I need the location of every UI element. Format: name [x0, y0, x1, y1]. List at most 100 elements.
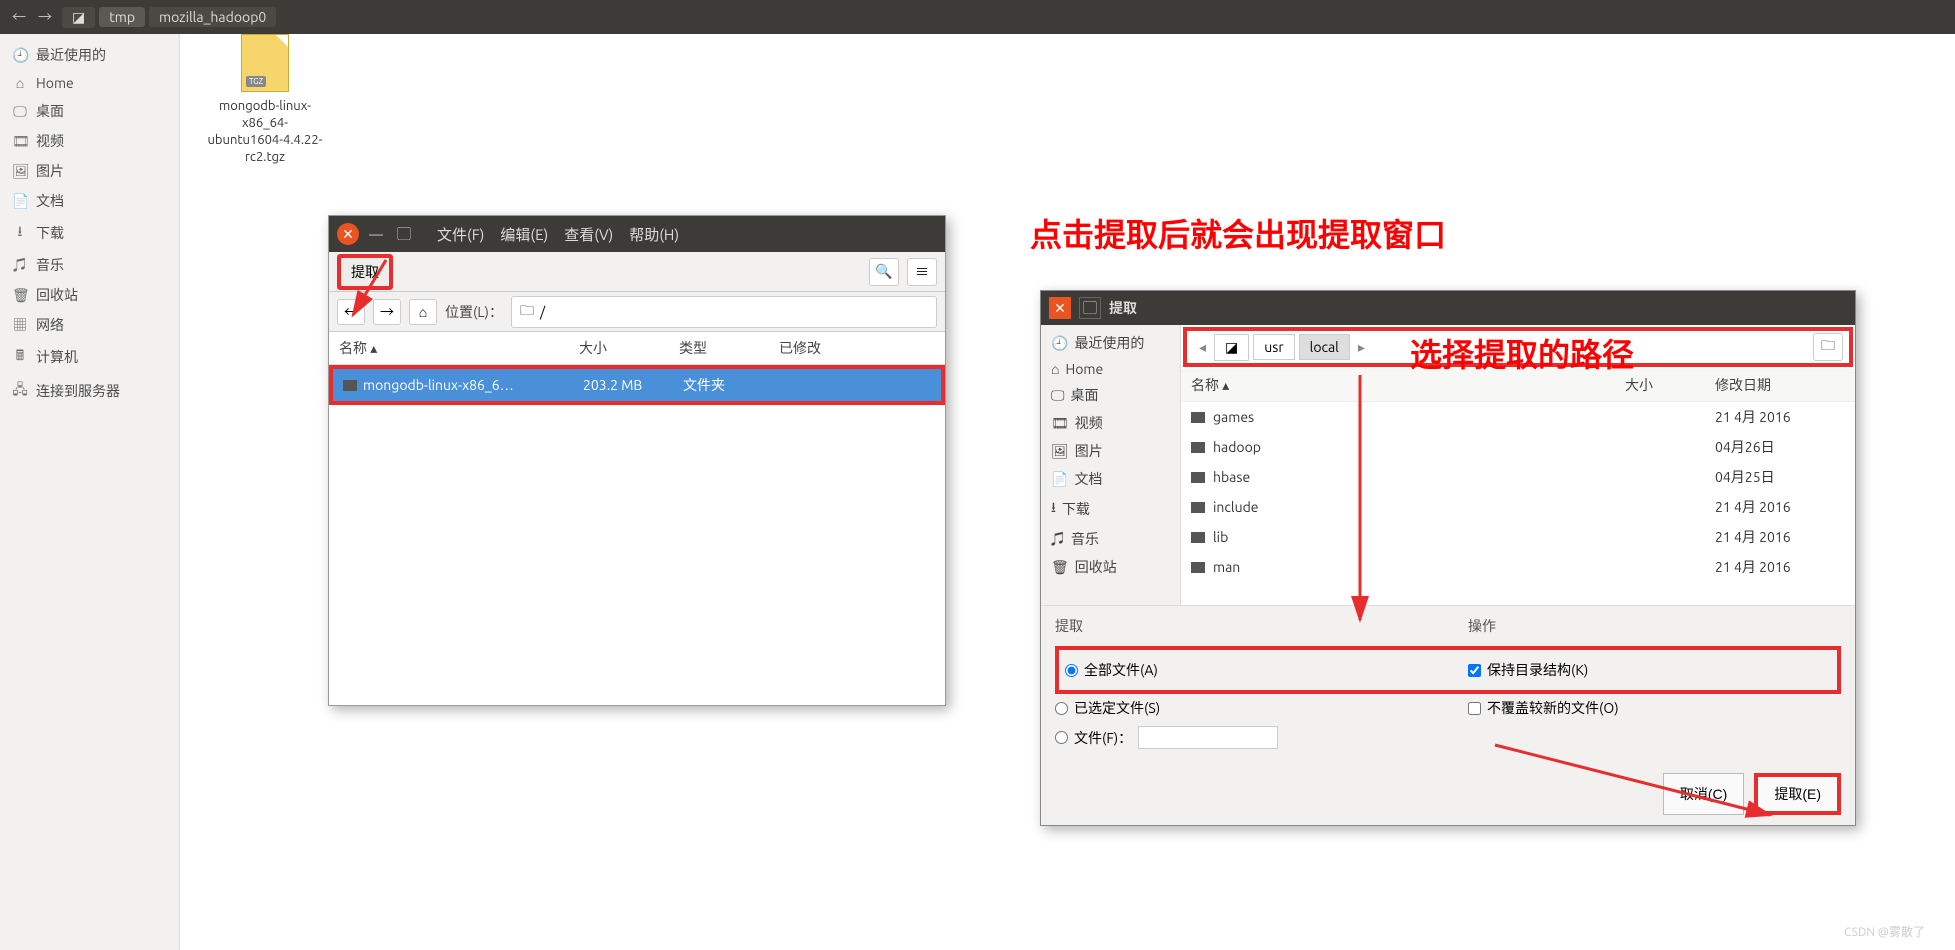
confirm-extract-button[interactable]: 提取(E) [1754, 773, 1841, 815]
file-item[interactable]: mongodb-linux-x86_64-ubuntu1604-4.4.22-r… [205, 34, 325, 166]
minimize-icon[interactable]: — [365, 223, 387, 245]
sidebar-item[interactable]: 🖼 图片 [0, 156, 179, 186]
sidebar-icon: 🖩 [12, 345, 28, 369]
extract-options: 提取 操作 全部文件(A) 保持目录结构(K) 已选定文件(S) 不覆盖较新的文… [1041, 605, 1855, 763]
sidebar-item[interactable]: ♫音乐 [0, 250, 179, 280]
sidebar-item[interactable]: 🖵桌面 [1041, 381, 1180, 409]
sidebar-icon: ⌂ [12, 75, 28, 91]
sidebar-item[interactable]: 🕘最近使用的 [0, 40, 179, 70]
folder-name: lib [1213, 529, 1228, 545]
sidebar-icon: ⭳ [12, 221, 28, 245]
header-modified[interactable]: 已修改 [779, 338, 935, 358]
sidebar-item[interactable]: ♫音乐 [1041, 525, 1180, 553]
col-size[interactable]: 大小 [1625, 375, 1715, 395]
path-usr[interactable]: usr [1253, 334, 1294, 360]
search-icon[interactable]: 🔍 [869, 258, 899, 286]
sidebar-icon: 📄 [12, 193, 28, 210]
extract-titlebar[interactable]: ✕ ▢ 提取 [1041, 291, 1855, 325]
path-back-icon[interactable]: ◂ [1195, 339, 1210, 356]
path-root-icon[interactable]: ◪ [1214, 334, 1249, 361]
sidebar-label: 回收站 [1075, 557, 1117, 577]
sidebar-item[interactable]: 📄文档 [0, 186, 179, 216]
header-size[interactable]: 大小 [579, 338, 679, 358]
folder-date: 21 4月 2016 [1715, 407, 1845, 427]
path-seg-tmp[interactable]: tmp [99, 7, 145, 27]
header-type[interactable]: 类型 [679, 338, 779, 358]
list-item[interactable]: include21 4月 2016 [1181, 492, 1855, 522]
header-name[interactable]: 名称 ▴ [339, 338, 579, 358]
archive-menu: 文件(F) 编辑(E) 查看(V) 帮助(H) [431, 220, 685, 249]
sidebar-item[interactable]: 🖩 计算机 [0, 340, 179, 374]
sidebar-label: Home [1065, 361, 1103, 377]
list-item[interactable]: hbase04月25日 [1181, 462, 1855, 492]
file-pattern-input[interactable] [1138, 726, 1278, 749]
sidebar-icon: 🖼 [12, 163, 28, 180]
list-item[interactable]: games21 4月 2016 [1181, 402, 1855, 432]
col-name[interactable]: 名称 ▴ [1191, 375, 1625, 395]
folder-icon [1191, 562, 1205, 573]
radio-all-input[interactable] [1065, 664, 1078, 677]
path-icon[interactable]: ◪ [62, 7, 95, 28]
col-date[interactable]: 修改日期 [1715, 375, 1845, 395]
sidebar-item[interactable]: 🖧连接到服务器 [0, 374, 179, 408]
list-item[interactable]: man21 4月 2016 [1181, 552, 1855, 582]
path-seg-mozilla[interactable]: mozilla_hadoop0 [149, 7, 276, 27]
radio-all-files[interactable]: 全部文件(A) [1065, 656, 1428, 684]
sidebar-item[interactable]: 🎞视频 [1041, 409, 1180, 437]
sidebar-item[interactable]: ▦网络 [0, 310, 179, 340]
radio-selected-files[interactable]: 已选定文件(S) [1055, 694, 1428, 722]
sidebar-item[interactable]: 🎞视频 [0, 126, 179, 156]
check-no-overwrite[interactable]: 不覆盖较新的文件(O) [1468, 694, 1841, 722]
menu-icon[interactable]: ≡ [907, 258, 937, 286]
nav-back-button[interactable]: ← [6, 5, 32, 29]
location-label: 位置(L)： [445, 302, 503, 322]
path-fwd-icon[interactable]: ▸ [1354, 339, 1369, 356]
loc-home-button[interactable]: ⌂ [409, 299, 437, 325]
menu-help[interactable]: 帮助(H) [623, 220, 685, 249]
path-local[interactable]: local [1299, 334, 1350, 360]
loc-back-button[interactable]: ← [337, 299, 365, 325]
close-icon[interactable]: ✕ [1049, 297, 1071, 319]
sidebar-item[interactable]: ⌂Home [1041, 357, 1180, 381]
nav-forward-button[interactable]: → [32, 5, 58, 29]
sidebar-item[interactable]: 📄文档 [1041, 465, 1180, 493]
sidebar-item[interactable]: 🕘最近使用的 [1041, 329, 1180, 357]
maximize-icon[interactable]: ▢ [393, 223, 415, 245]
check-keep-input[interactable] [1468, 664, 1481, 677]
folder-icon [1191, 442, 1205, 453]
list-item[interactable]: lib21 4月 2016 [1181, 522, 1855, 552]
maximize-icon[interactable]: ▢ [1079, 297, 1101, 319]
folder-date: 21 4月 2016 [1715, 557, 1845, 577]
menu-file[interactable]: 文件(F) [431, 220, 490, 249]
archive-titlebar[interactable]: ✕ — ▢ 文件(F) 编辑(E) 查看(V) 帮助(H) [329, 216, 945, 252]
radio-file-input[interactable] [1055, 731, 1068, 744]
sidebar-label: 计算机 [36, 347, 78, 367]
sidebar-item[interactable]: ⭳下载 [0, 216, 179, 250]
check-keep-structure[interactable]: 保持目录结构(K) [1468, 656, 1831, 684]
location-input[interactable]: 🗀 / [511, 296, 937, 328]
sidebar-item[interactable]: 🖼图片 [1041, 437, 1180, 465]
sidebar-item[interactable]: 🖵桌面 [0, 96, 179, 126]
radio-selected-input[interactable] [1055, 702, 1068, 715]
sidebar-item[interactable]: 🗑回收站 [1041, 553, 1180, 581]
radio-file-pattern[interactable]: 文件(F)： [1055, 722, 1841, 753]
menu-edit[interactable]: 编辑(E) [494, 220, 554, 249]
sidebar-label: 最近使用的 [1074, 333, 1144, 353]
menu-view[interactable]: 查看(V) [558, 220, 619, 249]
sidebar-label: 桌面 [36, 101, 64, 121]
list-item[interactable]: hadoop04月26日 [1181, 432, 1855, 462]
extract-button[interactable]: 提取 [337, 254, 393, 290]
check-noover-input[interactable] [1468, 702, 1481, 715]
loc-forward-button[interactable]: → [373, 299, 401, 325]
sidebar-item[interactable]: ⌂Home [0, 70, 179, 96]
folder-name: include [1213, 499, 1259, 515]
sidebar-item[interactable]: ⭳下载 [1041, 493, 1180, 525]
sidebar-item[interactable]: 🗑回收站 [0, 280, 179, 310]
new-folder-button[interactable]: 🗀 [1813, 333, 1843, 361]
cancel-button[interactable]: 取消(C) [1663, 773, 1744, 815]
sidebar-label: 桌面 [1071, 385, 1099, 405]
archive-file-row[interactable]: mongodb-linux-x86_6… 203.2 MB 文件夹 [329, 365, 945, 405]
sidebar-label: 图片 [36, 161, 64, 181]
sidebar-icon: 🖼 [1051, 443, 1069, 460]
close-icon[interactable]: ✕ [337, 223, 359, 245]
